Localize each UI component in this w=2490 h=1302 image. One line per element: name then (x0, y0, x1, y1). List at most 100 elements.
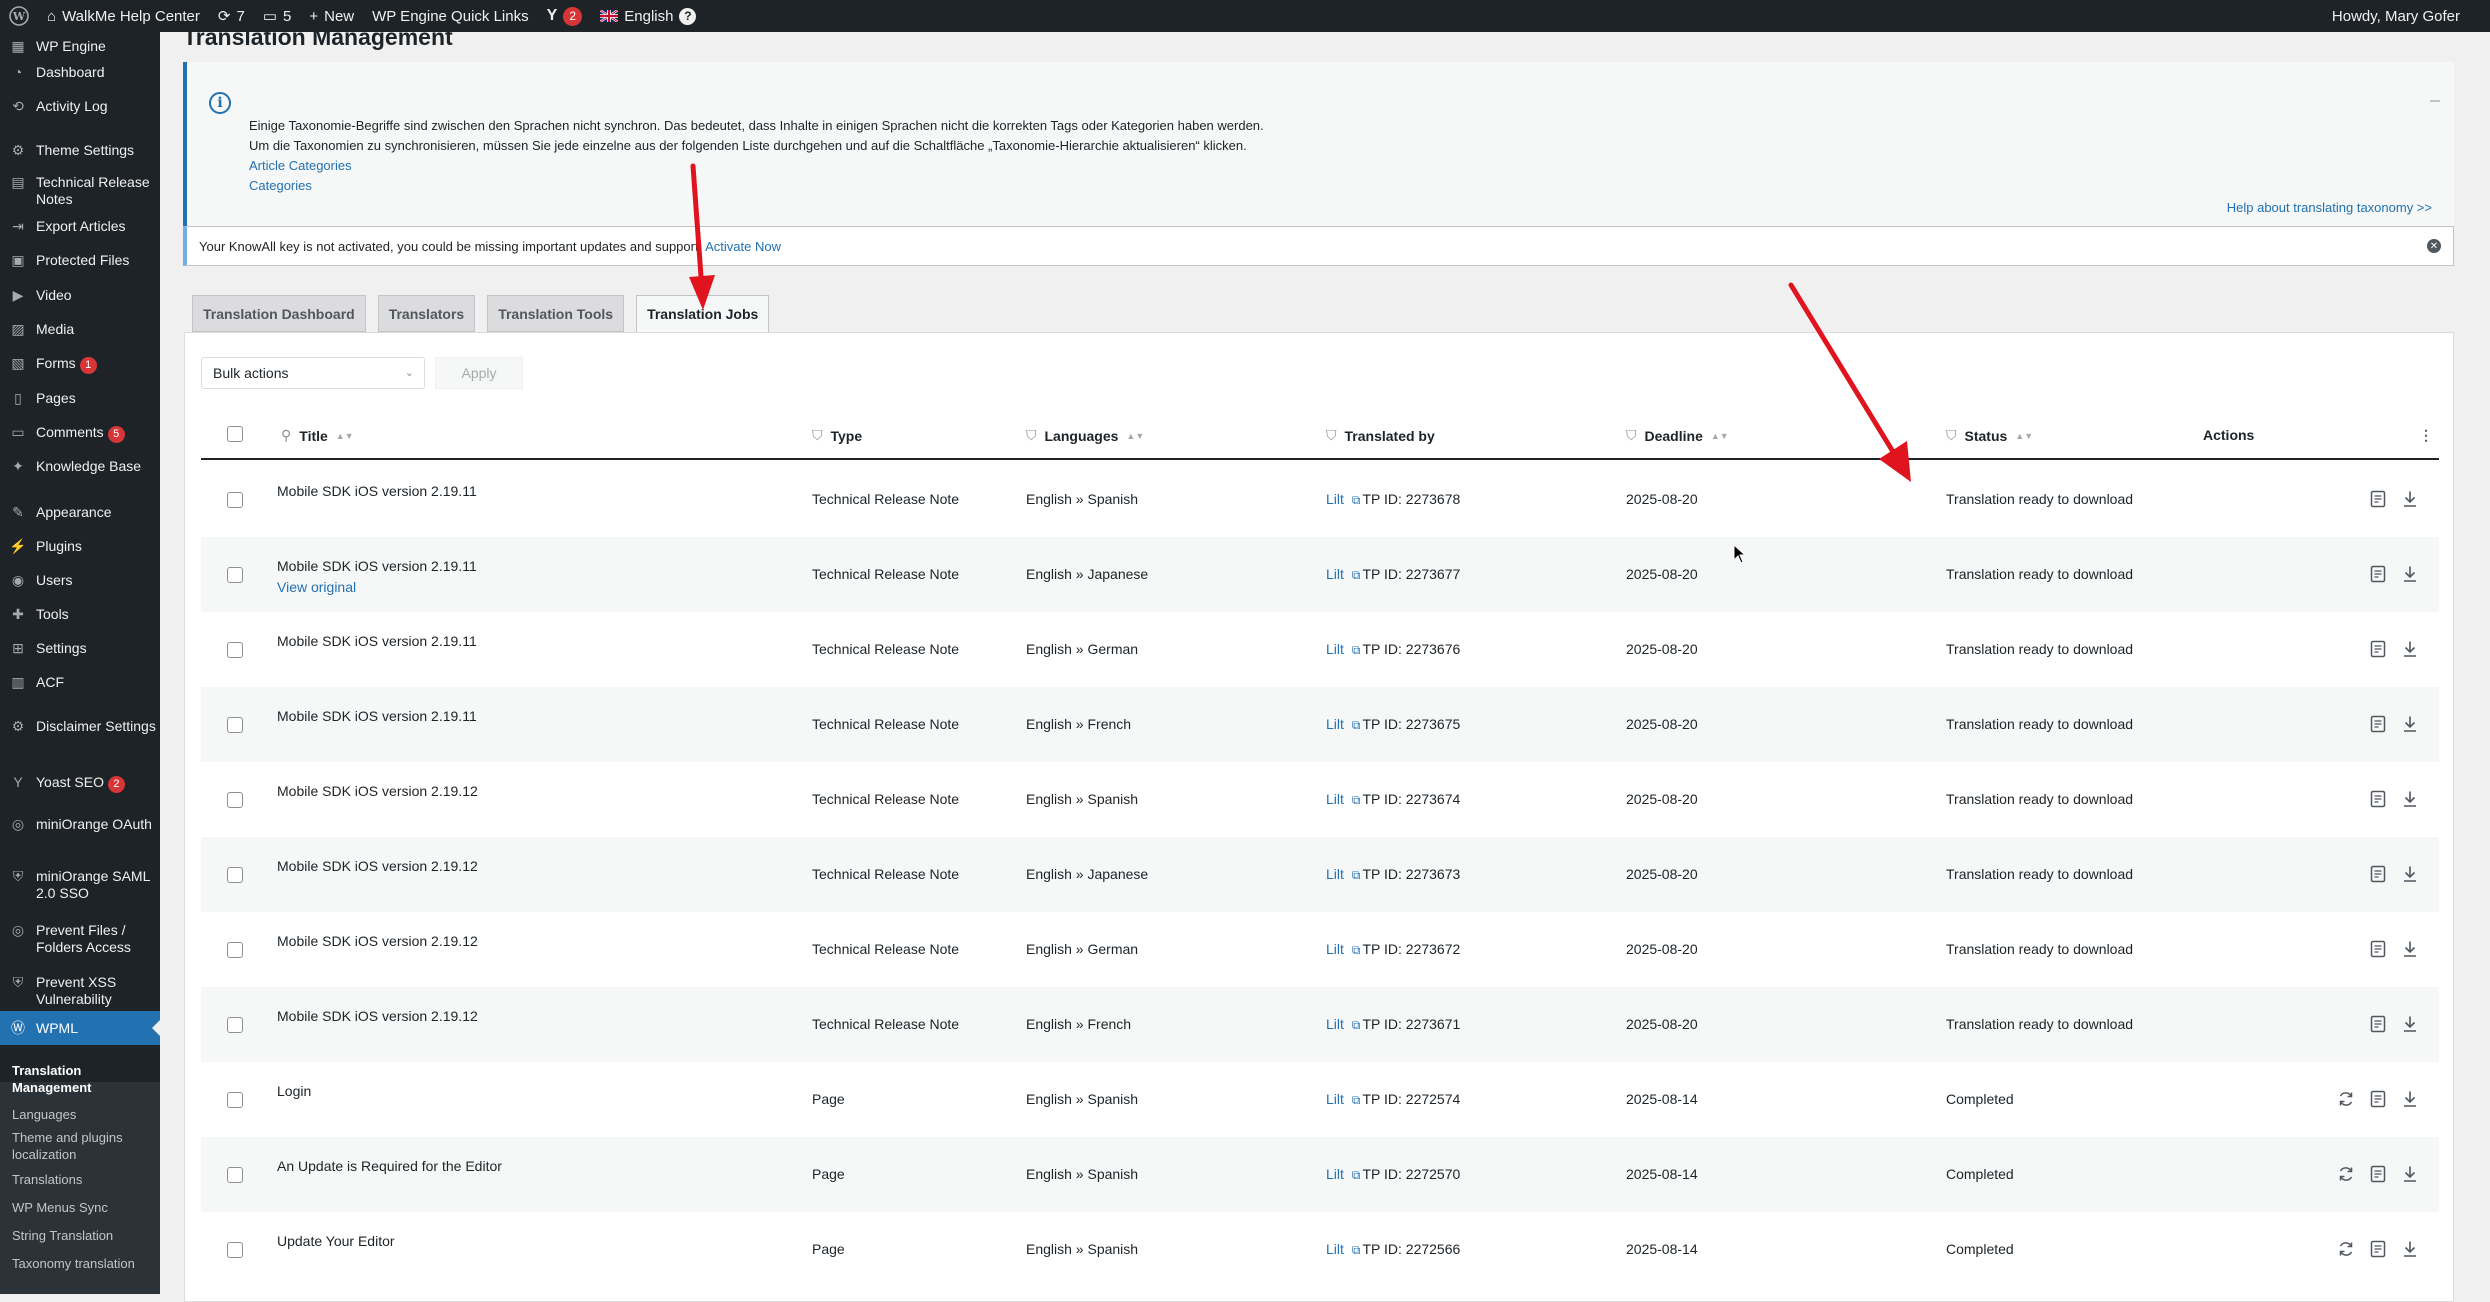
help-icon[interactable]: ? (679, 7, 697, 25)
sort-icon[interactable]: ▲▼ (336, 431, 354, 441)
external-link-icon[interactable]: ⧉ (1352, 793, 1361, 807)
filter-icon[interactable]: ⛉ (1946, 427, 1957, 444)
external-link-icon[interactable]: ⧉ (1352, 493, 1361, 507)
download-icon[interactable] (2400, 714, 2420, 734)
filter-icon[interactable]: ⛉ (812, 427, 823, 444)
download-icon[interactable] (2400, 1164, 2420, 1184)
filter-icon[interactable]: ⛉ (1626, 427, 1637, 444)
translator-link[interactable]: Lilt (1326, 791, 1344, 807)
document-icon[interactable] (2368, 714, 2388, 734)
download-icon[interactable] (2400, 939, 2420, 959)
refresh-icon[interactable] (2336, 1164, 2356, 1184)
bulk-actions-select[interactable]: Bulk actions ⌄ (201, 357, 425, 389)
document-icon[interactable] (2368, 864, 2388, 884)
sidebar-item-video[interactable]: ▶ Video (0, 287, 160, 304)
sidebar-item-dashboard[interactable]: ◔ Dashboard (0, 64, 160, 81)
sidebar-item-tools[interactable]: ✚ Tools (0, 606, 160, 623)
wordpress-logo-icon[interactable]: W (0, 0, 38, 32)
sidebar-item-prevent-files-folders-access[interactable]: ◎ Prevent Files / Folders Access (0, 922, 160, 956)
translator-link[interactable]: Lilt (1326, 1091, 1344, 1107)
submenu-item-translation-management[interactable]: Translation Management (12, 1062, 157, 1096)
sidebar-item-appearance[interactable]: ✎ Appearance (0, 504, 160, 521)
select-all-checkbox[interactable] (227, 426, 243, 442)
apply-button[interactable]: Apply (435, 357, 523, 389)
sort-icon[interactable]: ▲▼ (1126, 431, 1144, 441)
submenu-item-wp-menus-sync[interactable]: WP Menus Sync (12, 1199, 157, 1216)
sidebar-item-settings[interactable]: ⊞ Settings (0, 640, 160, 657)
column-languages[interactable]: ⛉ Languages ▲▼ (1026, 427, 1144, 444)
translator-link[interactable]: Lilt (1326, 1241, 1344, 1257)
sidebar-item-protected-files[interactable]: ▣ Protected Files (0, 252, 160, 269)
sidebar-item-comments[interactable]: ▭ Comments 5 (0, 424, 160, 443)
close-icon[interactable]: ✕ (2427, 239, 2441, 253)
external-link-icon[interactable]: ⧉ (1352, 943, 1361, 957)
external-link-icon[interactable]: ⧉ (1352, 718, 1361, 732)
external-link-icon[interactable]: ⧉ (1352, 568, 1361, 582)
download-icon[interactable] (2400, 489, 2420, 509)
translator-link[interactable]: Lilt (1326, 941, 1344, 957)
sidebar-item-prevent-xss-vulnerability[interactable]: ⛨ Prevent XSS Vulnerability (0, 974, 160, 1008)
sidebar-item-plugins[interactable]: ⚡ Plugins (0, 538, 160, 555)
sidebar-item-disclaimer-settings[interactable]: ⚙ Disclaimer Settings (0, 718, 160, 735)
column-title[interactable]: ⚲ Title ▲▼ (281, 427, 354, 444)
tab-translators[interactable]: Translators (377, 295, 476, 332)
translator-link[interactable]: Lilt (1326, 716, 1344, 732)
sidebar-item-acf[interactable]: ▥ ACF (0, 674, 160, 691)
document-icon[interactable] (2368, 939, 2388, 959)
sidebar-item-users[interactable]: ◉ Users (0, 572, 160, 589)
sidebar-item-theme-settings[interactable]: ⚙ Theme Settings (0, 142, 160, 159)
document-icon[interactable] (2368, 789, 2388, 809)
download-icon[interactable] (2400, 864, 2420, 884)
filter-icon[interactable]: ⛉ (1026, 427, 1037, 444)
download-icon[interactable] (2400, 1239, 2420, 1259)
document-icon[interactable] (2368, 1164, 2388, 1184)
sort-icon[interactable]: ▲▼ (2015, 431, 2033, 441)
sidebar-item-miniorange-oauth[interactable]: ◎ miniOrange OAuth (0, 816, 160, 833)
view-original-link[interactable]: View original (277, 579, 356, 595)
translator-link[interactable]: Lilt (1326, 566, 1344, 582)
row-checkbox[interactable] (227, 792, 243, 808)
refresh-icon[interactable] (2336, 1089, 2356, 1109)
sidebar-item-knowledge-base[interactable]: ✦ Knowledge Base (0, 458, 160, 475)
submenu-item-translations[interactable]: Translations (12, 1171, 157, 1188)
document-icon[interactable] (2368, 564, 2388, 584)
column-options-icon[interactable]: ⋮ (2419, 427, 2433, 444)
document-icon[interactable] (2368, 1014, 2388, 1034)
translator-link[interactable]: Lilt (1326, 641, 1344, 657)
column-status[interactable]: ⛉ Status ▲▼ (1946, 427, 2033, 444)
external-link-icon[interactable]: ⧉ (1352, 868, 1361, 882)
categories-link[interactable]: Categories (249, 176, 312, 196)
search-icon[interactable]: ⚲ (281, 427, 291, 444)
document-icon[interactable] (2368, 639, 2388, 659)
document-icon[interactable] (2368, 1089, 2388, 1109)
sidebar-item-wp-engine[interactable]: ▦ WP Engine (0, 38, 160, 55)
translator-link[interactable]: Lilt (1326, 1166, 1344, 1182)
sort-icon[interactable]: ▲▼ (1711, 431, 1729, 441)
external-link-icon[interactable]: ⧉ (1352, 643, 1361, 657)
submenu-item-theme-and-plugins-localization[interactable]: Theme and plugins localization (12, 1129, 157, 1163)
column-deadline[interactable]: ⛉ Deadline ▲▼ (1626, 427, 1729, 444)
sidebar-item-miniorange-saml-2-0-sso[interactable]: ⛨ miniOrange SAML 2.0 SSO (0, 868, 160, 902)
row-checkbox[interactable] (227, 1242, 243, 1258)
row-checkbox[interactable] (227, 942, 243, 958)
article-categories-link[interactable]: Article Categories (249, 156, 352, 176)
my-account-menu[interactable]: Howdy, Mary Gofer (2323, 0, 2490, 32)
download-icon[interactable] (2400, 1089, 2420, 1109)
external-link-icon[interactable]: ⧉ (1352, 1168, 1361, 1182)
sidebar-item-export-articles[interactable]: ⇥ Export Articles (0, 218, 160, 235)
download-icon[interactable] (2400, 789, 2420, 809)
row-checkbox[interactable] (227, 1017, 243, 1033)
sidebar-item-wpml[interactable]: Ⓦ WPML (0, 1011, 160, 1045)
translator-link[interactable]: Lilt (1326, 491, 1344, 507)
row-checkbox[interactable] (227, 642, 243, 658)
yoast-menu[interactable]: Y 2 (538, 0, 592, 32)
filter-icon[interactable]: ⛉ (1326, 427, 1337, 444)
row-checkbox[interactable] (227, 567, 243, 583)
tab-translation-dashboard[interactable]: Translation Dashboard (192, 295, 366, 332)
external-link-icon[interactable]: ⧉ (1352, 1018, 1361, 1032)
download-icon[interactable] (2400, 1014, 2420, 1034)
tab-translation-tools[interactable]: Translation Tools (487, 295, 625, 332)
row-checkbox[interactable] (227, 717, 243, 733)
row-checkbox[interactable] (227, 867, 243, 883)
column-translated-by[interactable]: ⛉ Translated by (1326, 427, 1435, 444)
